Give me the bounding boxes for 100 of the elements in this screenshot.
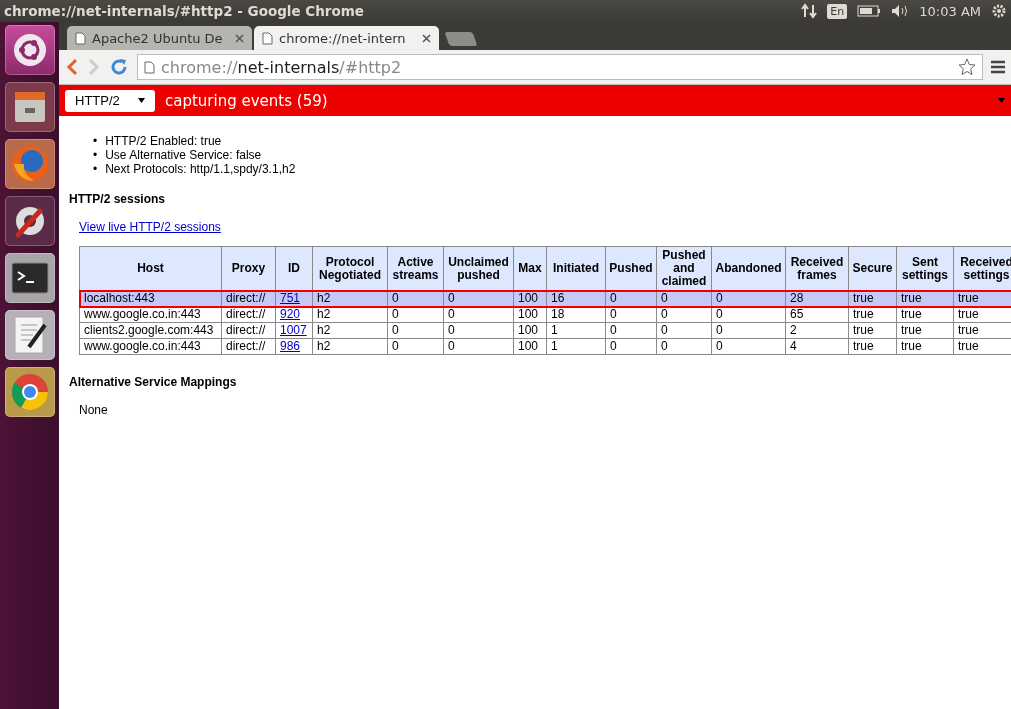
table-cell: true [901,339,922,353]
column-header: ID [275,246,313,291]
table-cell: 100 [518,307,539,321]
column-header: Active streams [387,246,444,291]
table-cell: 0 [448,339,455,353]
back-icon[interactable] [65,58,79,76]
address-bar[interactable]: chrome://net-internals/#http2 [137,54,983,80]
session-row[interactable]: localhost:443 direct:// 751 h2 0 0 100 16 0 0 0 28 true true true [79,290,1011,307]
star-icon[interactable] [958,58,976,76]
table-cell: 0 [610,307,617,321]
table-cell: h2 [317,307,331,321]
table-cell: 1 [551,323,558,337]
text-editor-icon[interactable] [4,310,55,360]
table-cell: 0 [448,323,455,337]
reload-icon[interactable] [109,57,129,77]
table-cell: 0 [610,323,617,337]
table-cell: direct:// [226,323,266,337]
table-cell: 0 [392,323,399,337]
page-icon [144,60,155,74]
network-arrows-icon[interactable] [801,3,818,19]
table-cell: true [958,307,979,321]
table-cell: 100 [518,323,539,337]
terminal-icon[interactable] [4,253,55,303]
power-gear-icon[interactable] [991,3,1007,19]
column-header: Pushed [605,246,657,291]
clock[interactable]: 10:03 AM [919,3,981,19]
chrome-icon[interactable] [4,367,55,417]
table-cell: 2 [790,323,797,337]
table-cell: 100 [518,339,539,353]
table-cell: true [853,291,874,305]
table-cell: 0 [448,291,455,305]
keyboard-layout-indicator[interactable]: En [827,3,848,19]
table-cell: 0 [392,339,399,353]
bullet-mark: • [93,134,98,148]
window-title: chrome://net-internals/#http2 - Google Chrome [4,3,365,19]
column-header: Proxy [221,246,276,291]
table-cell: 0 [610,291,617,305]
table-cell: 0 [661,339,668,353]
browser-tab[interactable]: Apache2 Ubuntu De [67,26,252,50]
ubuntu-logo-icon[interactable] [4,25,55,75]
table-cell: www.google.co.in:443 [84,307,201,321]
table-cell: 0 [716,307,723,321]
table-cell: h2 [317,291,331,305]
firefox-icon[interactable] [4,139,55,189]
menu-icon[interactable] [991,60,1005,74]
table-cell: true [958,291,979,305]
table-cell: 16 [551,291,565,305]
table-cell: true [853,307,874,321]
table-cell: direct:// [226,307,266,321]
battery-icon[interactable] [857,5,882,17]
info-item: Next Protocols: http/1.1,spdy/3.1,h2 [105,162,296,176]
table-cell: 18 [551,307,565,321]
table-cell: www.google.co.in:443 [84,339,201,353]
table-cell: 0 [716,323,723,337]
column-header: Received frames [785,246,849,291]
page-icon [262,31,273,45]
table-cell: 0 [392,307,399,321]
table-cell: 0 [716,291,723,305]
table-cell: 0 [610,339,617,353]
table-cell: true [901,307,922,321]
table-cell: 0 [448,307,455,321]
close-icon[interactable] [422,33,431,43]
column-header: Unclaimed pushed [443,246,514,291]
section-heading: HTTP/2 sessions [69,192,167,206]
table-cell: 4 [790,339,797,353]
column-header: Abandoned [711,246,786,291]
info-item: HTTP/2 Enabled: true [105,134,222,148]
view-dropdown[interactable]: HTTP/2 [65,89,155,112]
table-cell: 1 [551,339,558,353]
column-header: Host [79,246,222,291]
volume-icon[interactable] [891,4,910,18]
live-sessions-link[interactable]: View live HTTP/2 sessions [79,220,221,234]
table-cell: direct:// [226,339,266,353]
caret-icon[interactable] [998,98,1005,103]
table-cell: 100 [518,291,539,305]
capture-status: capturing events (59) [165,91,329,110]
table-cell: true [958,323,979,337]
mappings-text: None [78,403,109,417]
browser-tab[interactable]: chrome://net-intern [254,26,439,50]
column-header: Pushed and claimed [656,246,712,291]
table-cell: true [853,323,874,337]
caret-icon [138,98,145,103]
column-header: Sent settings [896,246,954,291]
table-cell: true [901,323,922,337]
table-cell: 0 [716,339,723,353]
table-cell: localhost:443 [84,291,155,305]
new-tab-button[interactable] [444,32,478,46]
section-heading: Alternative Service Mappings [69,375,238,389]
table-cell: true [853,339,874,353]
table-cell: 28 [790,291,804,305]
table-cell: 0 [392,291,399,305]
bullet-mark: • [93,148,98,162]
table-cell: 65 [790,307,804,321]
table-cell: clients2.google.com:443 [84,323,214,337]
close-icon[interactable] [235,33,244,43]
column-header: Secure [848,246,897,291]
file-cabinet-icon[interactable] [4,82,55,132]
table-cell: 0 [661,307,668,321]
table-cell: h2 [317,323,331,337]
table-cell: 0 [661,291,668,305]
